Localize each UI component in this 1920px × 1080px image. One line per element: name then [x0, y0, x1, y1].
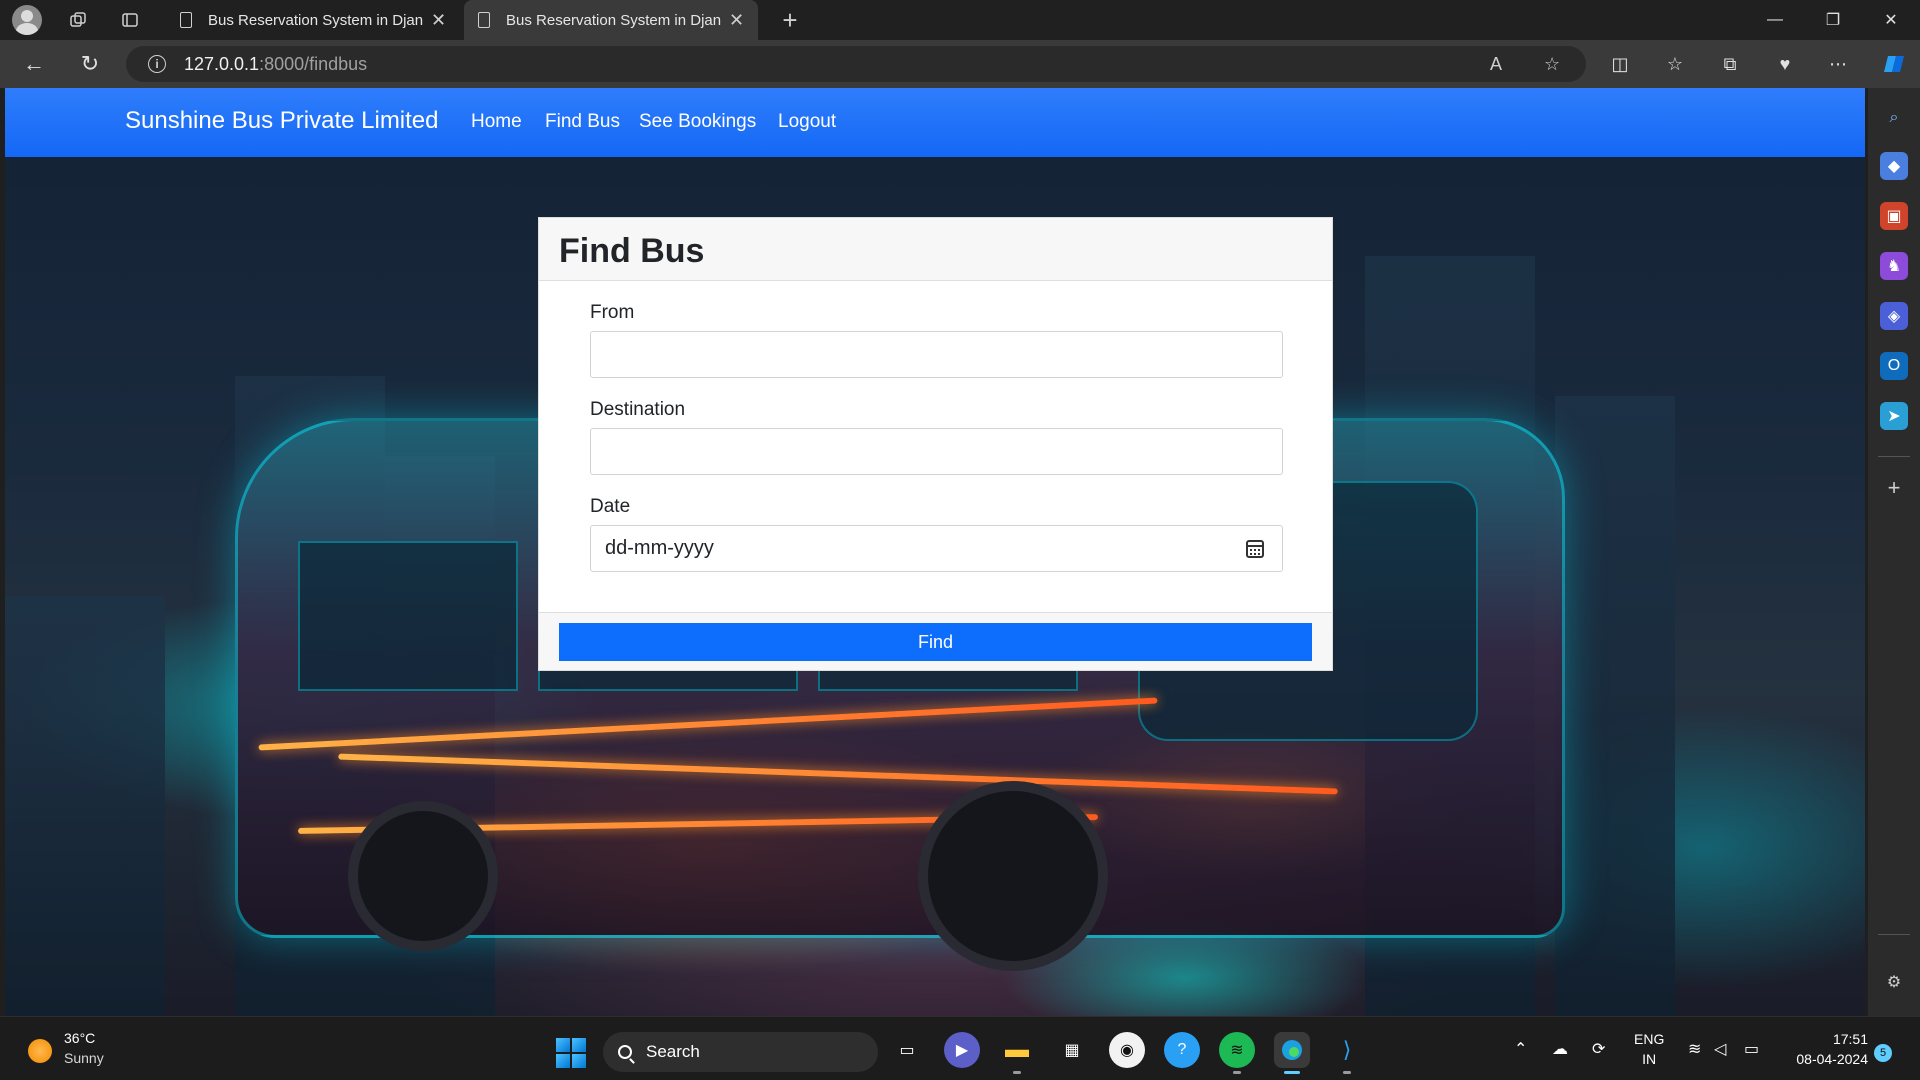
- browser-essentials-icon[interactable]: ♥: [1765, 44, 1805, 84]
- outlook-icon[interactable]: O: [1880, 352, 1908, 380]
- wifi-icon[interactable]: ≋: [1688, 1039, 1701, 1059]
- clock-time: 17:51: [1832, 1031, 1868, 1047]
- search-icon[interactable]: ⌕: [1880, 104, 1908, 132]
- weather-description[interactable]: Sunny: [64, 1050, 104, 1066]
- split-screen-icon[interactable]: ◫: [1600, 44, 1640, 84]
- workspaces-icon[interactable]: [58, 0, 98, 40]
- browser-tab-1[interactable]: Bus Reservation System in Django ✕: [166, 0, 460, 40]
- nav-see-bookings-link[interactable]: See Bookings: [639, 111, 756, 133]
- search-label: Search: [646, 1042, 700, 1061]
- show-hidden-icons-icon[interactable]: ⌃: [1514, 1039, 1527, 1059]
- back-icon[interactable]: ←: [14, 44, 54, 84]
- helper-app-icon[interactable]: ?: [1164, 1032, 1200, 1068]
- language-indicator[interactable]: ENG IN: [1634, 1029, 1664, 1069]
- nav-home-link[interactable]: Home: [471, 111, 522, 133]
- volume-icon[interactable]: ◁: [1714, 1039, 1726, 1059]
- battery-icon[interactable]: ▭: [1744, 1039, 1759, 1059]
- page-title: Find Bus: [559, 232, 705, 270]
- games-icon[interactable]: ♞: [1880, 252, 1908, 280]
- address-bar[interactable]: i 127.0.0.1 :8000/findbus A ☆: [126, 46, 1586, 82]
- page-icon: [478, 12, 490, 28]
- more-menu-icon[interactable]: ⋯: [1818, 44, 1858, 84]
- send-icon[interactable]: ➤: [1880, 402, 1908, 430]
- page-viewport: Sunshine Bus Private Limited Home Find B…: [5, 88, 1865, 1016]
- browser-tab-bar: Bus Reservation System in Django ✕ Bus R…: [0, 0, 1920, 40]
- tab-title: Bus Reservation System in Django: [506, 11, 721, 29]
- find-bus-card: Find Bus From Destination Date dd-mm-yyy…: [538, 217, 1333, 671]
- github-icon[interactable]: ◉: [1109, 1032, 1145, 1068]
- favorites-icon[interactable]: ☆: [1655, 44, 1695, 84]
- vscode-icon[interactable]: ⟩: [1329, 1032, 1365, 1074]
- add-sidebar-app-icon[interactable]: +: [1880, 474, 1908, 502]
- copilot-icon[interactable]: [1874, 44, 1914, 84]
- edge-sidebar: ⌕ ◆ ▣ ♞ ◈ O ➤ + ⚙: [1868, 88, 1920, 1016]
- card-header: Find Bus: [539, 218, 1332, 281]
- card-footer: Find: [539, 612, 1332, 670]
- page-icon: [180, 12, 192, 28]
- onedrive-icon[interactable]: ☁: [1552, 1039, 1568, 1059]
- tools-briefcase-icon[interactable]: ▣: [1880, 202, 1908, 230]
- tab-close-icon[interactable]: ✕: [431, 10, 446, 31]
- teams-meet-icon[interactable]: ▶: [944, 1032, 980, 1068]
- calendar-icon[interactable]: [1246, 540, 1264, 558]
- taskbar-search-box[interactable]: Search: [603, 1032, 878, 1072]
- tab-title: Bus Reservation System in Django: [208, 11, 423, 29]
- spotify-icon[interactable]: ≋: [1219, 1032, 1255, 1074]
- profile-avatar-icon[interactable]: [12, 5, 42, 35]
- from-input[interactable]: [590, 331, 1283, 378]
- destination-label: Destination: [590, 399, 686, 420]
- site-navbar: Sunshine Bus Private Limited Home Find B…: [5, 88, 1865, 157]
- shopping-tag-icon[interactable]: ◆: [1880, 152, 1908, 180]
- date-label: Date: [590, 496, 631, 517]
- weather-temperature[interactable]: 36°C: [64, 1030, 95, 1046]
- new-tab-button[interactable]: +: [770, 0, 810, 40]
- read-aloud-icon[interactable]: A: [1490, 54, 1502, 75]
- file-explorer-icon[interactable]: ▬: [999, 1032, 1035, 1074]
- close-window-icon[interactable]: ✕: [1862, 0, 1920, 40]
- sidebar-settings-gear-icon[interactable]: ⚙: [1880, 968, 1908, 996]
- tab-close-icon[interactable]: ✕: [729, 10, 744, 31]
- language-code: ENG: [1634, 1031, 1665, 1047]
- url-host: 127.0.0.1: [184, 53, 260, 74]
- start-windows-icon[interactable]: [556, 1038, 586, 1068]
- copilot-sidebar-icon[interactable]: ◈: [1880, 302, 1908, 330]
- system-clock[interactable]: 17:51 08-04-2024: [1780, 1029, 1868, 1069]
- restore-icon[interactable]: ❐: [1804, 0, 1862, 40]
- tab-actions-icon[interactable]: [110, 0, 150, 40]
- collections-icon[interactable]: ⧉: [1710, 44, 1750, 84]
- nav-find-bus-link[interactable]: Find Bus: [545, 111, 620, 133]
- from-label: From: [590, 302, 635, 323]
- minimize-icon[interactable]: —: [1746, 0, 1804, 40]
- refresh-icon[interactable]: ↻: [70, 44, 110, 84]
- address-toolbar: ← ↻ i 127.0.0.1 :8000/findbus A ☆ ◫ ☆ ⧉ …: [0, 40, 1920, 88]
- region-code: IN: [1642, 1051, 1657, 1067]
- weather-sun-icon[interactable]: [28, 1039, 52, 1063]
- search-icon: [618, 1045, 632, 1059]
- find-button[interactable]: Find: [559, 623, 1312, 661]
- destination-input[interactable]: [590, 428, 1283, 475]
- notification-badge[interactable]: 5: [1874, 1044, 1892, 1062]
- url-path: :8000/findbus: [259, 53, 368, 74]
- clock-date: 08-04-2024: [1796, 1051, 1868, 1067]
- favorite-star-icon[interactable]: ☆: [1544, 54, 1560, 75]
- edge-browser-icon[interactable]: [1274, 1032, 1310, 1074]
- date-input[interactable]: dd-mm-yyyy: [590, 525, 1283, 572]
- site-brand[interactable]: Sunshine Bus Private Limited: [125, 107, 439, 135]
- nav-logout-link[interactable]: Logout: [778, 111, 836, 133]
- windows-taskbar: 36°C Sunny Search ▭ ▶ ▬ ▦ ◉ ? ≋ ⟩ ⌃ ☁ ⟳ …: [0, 1016, 1920, 1080]
- browser-tab-2[interactable]: Bus Reservation System in Django ✕: [464, 0, 759, 40]
- site-info-icon[interactable]: i: [148, 55, 166, 73]
- date-placeholder: dd-mm-yyyy: [605, 537, 714, 559]
- sync-icon[interactable]: ⟳: [1592, 1039, 1605, 1059]
- task-view-icon[interactable]: ▭: [889, 1032, 925, 1068]
- microsoft-store-icon[interactable]: ▦: [1054, 1032, 1090, 1068]
